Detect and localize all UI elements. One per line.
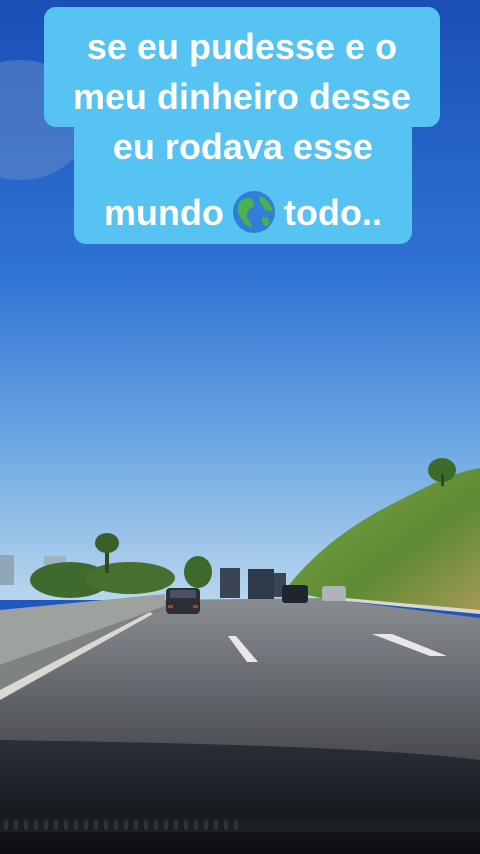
caption-word-todo: todo.. [284, 192, 382, 233]
caption-line-4: mundo todo.. [74, 190, 412, 236]
caption-overlay: se eu pudesse e o meu dinheiro desse eu … [0, 0, 480, 260]
caption-line-1: se eu pudesse e o [86, 26, 398, 67]
caption-word-mundo: mundo [104, 192, 224, 233]
dashboard-vent [0, 818, 480, 832]
globe-americas-icon [233, 191, 275, 234]
car-ahead [166, 588, 200, 614]
caption-line-2: meu dinheiro desse [72, 76, 412, 117]
dashboard [0, 740, 480, 854]
caption-line-3: eu rodava esse [112, 126, 374, 167]
